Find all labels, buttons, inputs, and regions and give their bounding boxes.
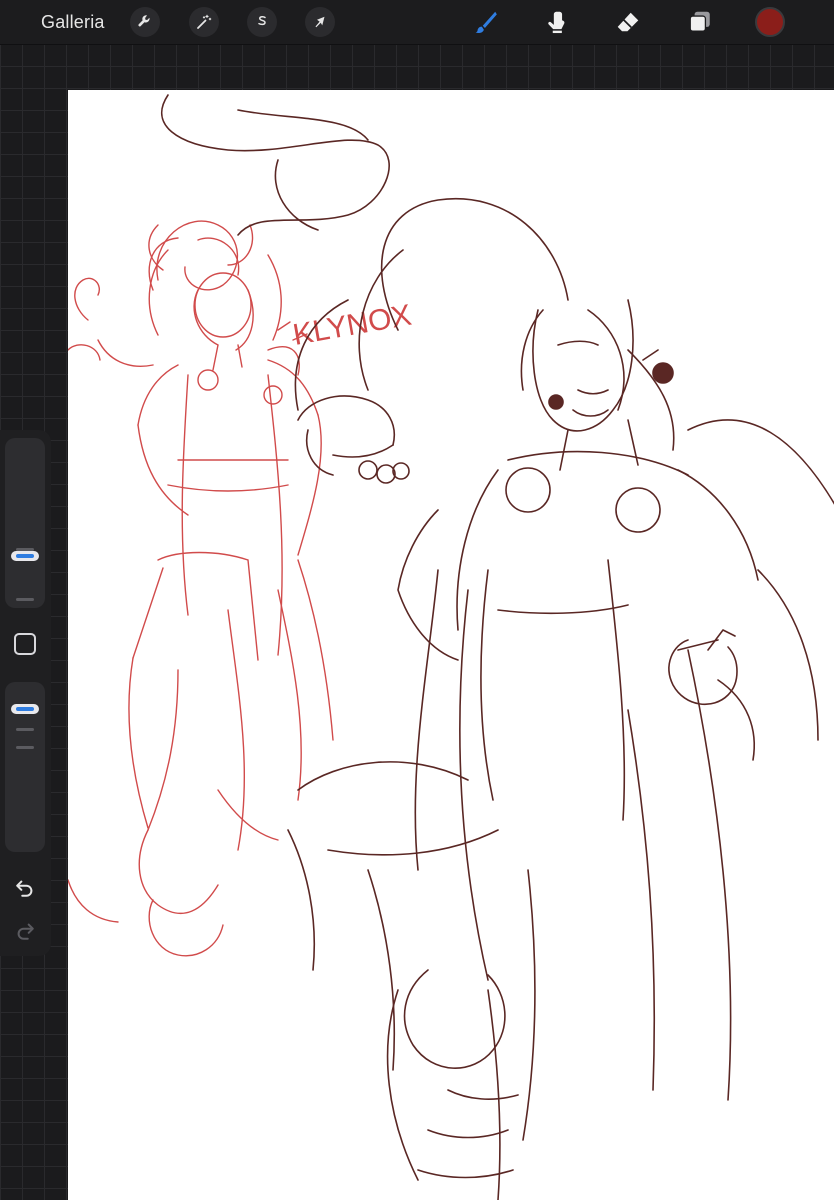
- dark-sketch-figure: [161, 94, 834, 1200]
- undo-icon: [16, 880, 33, 897]
- layers-button[interactable]: [684, 6, 716, 38]
- brush-button[interactable]: [470, 6, 502, 38]
- slider-tick: [16, 746, 34, 749]
- slider-tick: [16, 728, 34, 731]
- wrench-icon: [138, 15, 150, 27]
- redo-icon: [17, 923, 34, 940]
- slider-tick: [16, 598, 34, 601]
- color-picker-button[interactable]: [755, 7, 785, 37]
- eraser-icon: [617, 12, 639, 32]
- smudge-finger-icon: [548, 11, 565, 34]
- selection-button[interactable]: [247, 7, 277, 37]
- brush-opacity-slider[interactable]: [5, 682, 45, 852]
- redo-button[interactable]: [13, 919, 37, 943]
- brush-opacity-handle[interactable]: [11, 704, 39, 715]
- selection-s-icon: [258, 15, 266, 26]
- magic-wand-icon: [197, 14, 212, 29]
- undo-button[interactable]: [13, 876, 37, 900]
- adjustments-button[interactable]: [189, 7, 219, 37]
- brush-size-slider[interactable]: [5, 438, 45, 608]
- layers-icon: [689, 11, 710, 32]
- gallery-button[interactable]: Galleria: [41, 11, 105, 33]
- actions-button[interactable]: [130, 7, 160, 37]
- side-toolbar: [0, 430, 51, 956]
- eraser-button[interactable]: [612, 6, 644, 38]
- brush-icon: [475, 11, 497, 34]
- drawing-canvas[interactable]: KLYNOX: [68, 90, 834, 1200]
- arrow-cursor-icon: [315, 16, 325, 28]
- smudge-button[interactable]: [540, 6, 572, 38]
- modify-button[interactable]: [14, 633, 36, 655]
- brush-size-handle[interactable]: [11, 551, 39, 562]
- top-toolbar: Galleria: [0, 0, 834, 45]
- transform-button[interactable]: [305, 7, 335, 37]
- sketch-artwork: KLYNOX: [68, 94, 834, 1200]
